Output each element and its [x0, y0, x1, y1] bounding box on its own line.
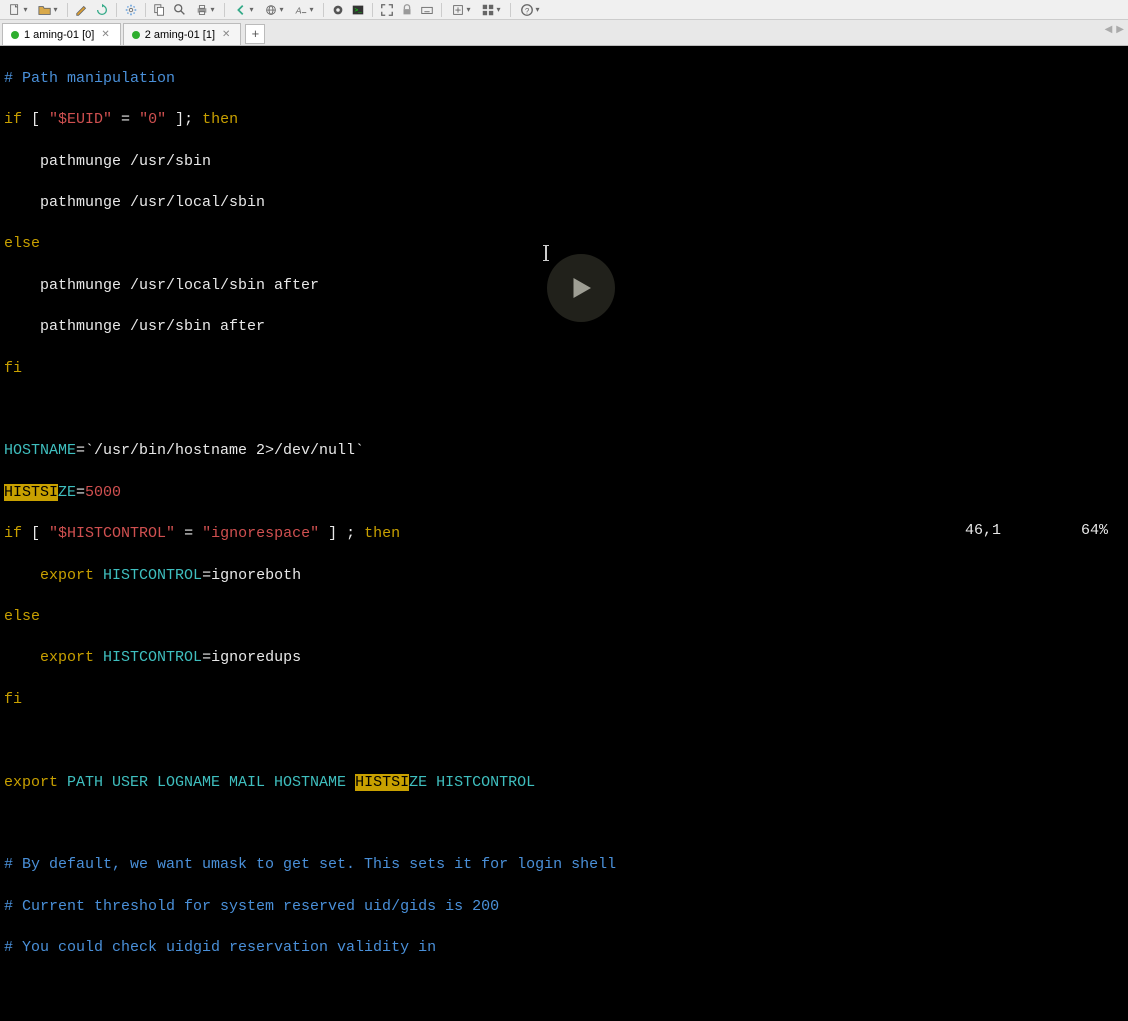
- tab-bar: 1 aming-01 [0] ✕ 2 aming-01 [1] ✕ + ◀ ▶: [0, 20, 1128, 46]
- next-tab-icon[interactable]: ▶: [1116, 24, 1124, 36]
- search-icon[interactable]: [171, 2, 189, 18]
- scroll-percent: 64%: [1081, 521, 1108, 542]
- svg-text:A: A: [295, 5, 302, 16]
- terminal-editor[interactable]: # Path manipulation if [ "$EUID" = "0" ]…: [0, 46, 1128, 550]
- edit-icon[interactable]: [73, 2, 91, 18]
- text-cursor-icon: [545, 245, 547, 261]
- status-bar: 46,1 64%: [965, 521, 1108, 542]
- tab-label: 1 aming-01 [0]: [24, 29, 94, 41]
- cursor-position: 46,1: [965, 521, 1001, 542]
- tab-1[interactable]: 1 aming-01 [0] ✕: [2, 23, 121, 45]
- svg-text:?: ?: [525, 7, 530, 16]
- tab-status-icon: [132, 31, 140, 39]
- tab-label: 2 aming-01 [1]: [145, 29, 215, 41]
- gear-dark-icon[interactable]: [329, 2, 347, 18]
- fullscreen-icon[interactable]: [378, 2, 396, 18]
- add-box-icon[interactable]: ▾: [447, 2, 475, 18]
- new-tab-button[interactable]: +: [245, 24, 265, 44]
- svg-text:>_: >_: [355, 6, 363, 13]
- main-toolbar: ▾ ▾ ▾ ▾ ▾ A▾ >_ ▾ ▾ ?▾: [0, 0, 1128, 20]
- prev-tab-icon[interactable]: ◀: [1105, 24, 1113, 36]
- settings-icon[interactable]: [122, 2, 140, 18]
- help-icon[interactable]: ?▾: [516, 2, 544, 18]
- grid-icon[interactable]: ▾: [477, 2, 505, 18]
- keyboard-icon[interactable]: [418, 2, 436, 18]
- tab-status-icon: [11, 31, 19, 39]
- lock-icon[interactable]: [398, 2, 416, 18]
- terminal-icon[interactable]: >_: [349, 2, 367, 18]
- refresh-icon[interactable]: [93, 2, 111, 18]
- tab-close-icon[interactable]: ✕: [99, 29, 111, 40]
- open-folder-icon[interactable]: ▾: [34, 2, 62, 18]
- new-file-icon[interactable]: ▾: [4, 2, 32, 18]
- globe-icon[interactable]: ▾: [260, 2, 288, 18]
- tab-close-icon[interactable]: ✕: [220, 29, 232, 40]
- tab-2[interactable]: 2 aming-01 [1] ✕: [123, 23, 242, 45]
- tabbar-right-icons: ◀ ▶: [1105, 24, 1124, 36]
- copy-icon[interactable]: [151, 2, 169, 18]
- font-icon[interactable]: A▾: [290, 2, 318, 18]
- back-icon[interactable]: ▾: [230, 2, 258, 18]
- print-icon[interactable]: ▾: [191, 2, 219, 18]
